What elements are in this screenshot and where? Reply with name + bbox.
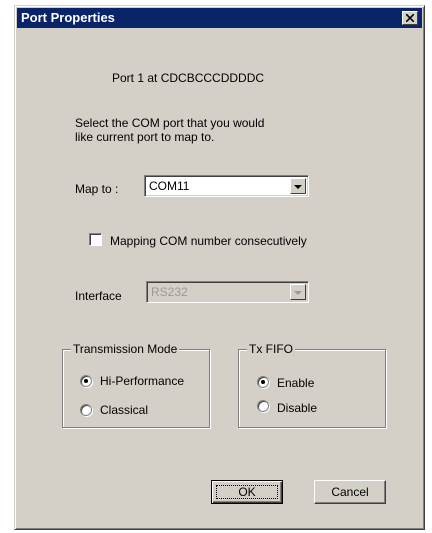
interface-value: RS232 bbox=[151, 285, 188, 299]
port-properties-dialog: Port Properties Port 1 at CDCBCCCDDDDC S… bbox=[14, 5, 425, 530]
mapping-consecutive-label: Mapping COM number consecutively bbox=[110, 234, 307, 248]
cancel-button[interactable]: Cancel bbox=[314, 480, 386, 504]
map-to-value: COM11 bbox=[149, 179, 190, 193]
close-button[interactable] bbox=[402, 11, 418, 25]
mapping-consecutive-checkbox[interactable] bbox=[89, 233, 102, 246]
enable-label: Enable bbox=[277, 376, 315, 390]
instruction-line-1: Select the COM port that you would bbox=[75, 116, 265, 130]
radio-enable[interactable] bbox=[257, 376, 269, 388]
dialog-title: Port Properties bbox=[21, 10, 115, 25]
radio-hi-performance[interactable] bbox=[80, 375, 92, 387]
close-icon bbox=[406, 14, 414, 22]
radio-disable[interactable] bbox=[257, 400, 269, 412]
hi-performance-label: Hi-Performance bbox=[100, 374, 185, 388]
instruction-line-2: like current port to map to. bbox=[75, 130, 215, 144]
chevron-down-icon[interactable] bbox=[290, 178, 306, 194]
disable-label: Disable bbox=[277, 401, 318, 415]
cancel-button-label: Cancel bbox=[331, 485, 369, 499]
port-info-text: Port 1 at CDCBCCCDDDDC bbox=[112, 71, 265, 85]
interface-label: Interface bbox=[75, 289, 122, 303]
focus-ring bbox=[216, 485, 278, 499]
interface-select[interactable]: RS232 bbox=[146, 281, 309, 303]
transmission-mode-title: Transmission Mode bbox=[71, 342, 180, 356]
title-bar[interactable]: Port Properties bbox=[17, 8, 422, 28]
chevron-down-icon[interactable] bbox=[290, 284, 306, 300]
map-to-select[interactable]: COM11 bbox=[144, 175, 309, 197]
map-to-label: Map to : bbox=[75, 182, 119, 196]
tx-fifo-title: Tx FIFO bbox=[247, 342, 295, 356]
classical-label: Classical bbox=[100, 403, 149, 417]
radio-classical[interactable] bbox=[80, 404, 92, 416]
ok-button[interactable]: OK bbox=[211, 480, 283, 504]
